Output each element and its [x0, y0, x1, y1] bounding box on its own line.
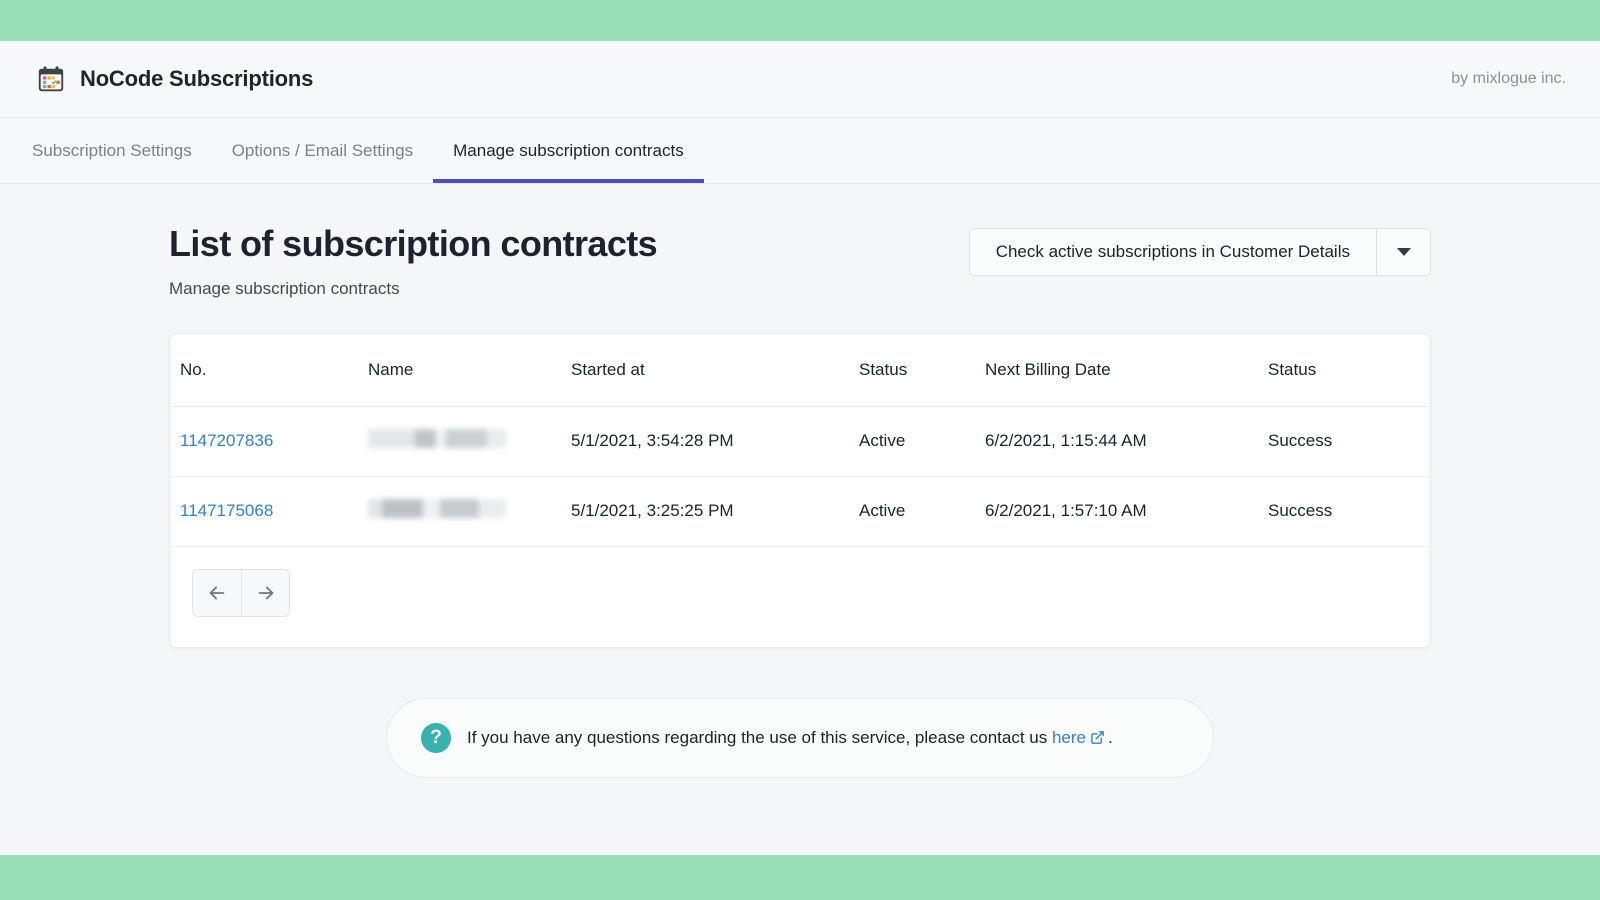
table-header-row: No. Name Started at Status Next Billing …	[170, 334, 1431, 406]
cell-result: Success	[1258, 406, 1431, 476]
contracts-table-card: No. Name Started at Status Next Billing …	[169, 333, 1431, 648]
heading-row: List of subscription contracts Manage su…	[169, 222, 1431, 299]
heading-text-group: List of subscription contracts Manage su…	[169, 222, 657, 299]
help-contact-link[interactable]: here	[1052, 728, 1086, 747]
external-link-icon	[1090, 730, 1105, 745]
column-header-next-billing: Next Billing Date	[975, 334, 1258, 406]
chevron-down-icon	[1397, 248, 1411, 256]
tab-manage-subscription-contracts[interactable]: Manage subscription contracts	[433, 118, 704, 183]
check-active-subscriptions-button[interactable]: Check active subscriptions in Customer D…	[970, 229, 1376, 275]
page-title: List of subscription contracts	[169, 222, 657, 265]
column-header-name: Name	[358, 334, 561, 406]
cell-next-billing: 6/2/2021, 1:57:10 AM	[975, 476, 1258, 546]
cell-next-billing: 6/2/2021, 1:15:44 AM	[975, 406, 1258, 476]
header-attribution: by mixlogue inc.	[1451, 70, 1576, 88]
contracts-table: No. Name Started at Status Next Billing …	[170, 334, 1431, 547]
arrow-right-icon	[255, 582, 277, 604]
arrow-left-icon	[206, 582, 228, 604]
check-active-subscriptions-split-button: Check active subscriptions in Customer D…	[969, 228, 1431, 276]
pagination	[192, 569, 290, 617]
page-root: NoCode Subscriptions by mixlogue inc. Su…	[0, 0, 1600, 900]
table-row: 1147207836 5/1/2021, 3:54:28 PM Active 6…	[170, 406, 1431, 476]
calendar-icon	[36, 64, 66, 94]
top-accent-bar	[0, 0, 1600, 41]
brand: NoCode Subscriptions	[36, 64, 313, 94]
main-content: List of subscription contracts Manage su…	[0, 184, 1600, 855]
app-header: NoCode Subscriptions by mixlogue inc.	[0, 41, 1600, 118]
column-header-no: No.	[170, 334, 358, 406]
help-text-before: If you have any questions regarding the …	[467, 728, 1047, 747]
pagination-container	[170, 547, 1430, 647]
pagination-prev-button[interactable]	[193, 570, 241, 616]
table-body: 1147207836 5/1/2021, 3:54:28 PM Active 6…	[170, 406, 1431, 546]
pagination-next-button[interactable]	[241, 570, 289, 616]
bottom-accent-bar	[0, 855, 1600, 900]
content-container: List of subscription contracts Manage su…	[169, 222, 1431, 778]
help-banner-text: If you have any questions regarding the …	[467, 728, 1113, 748]
page-subtitle: Manage subscription contracts	[169, 279, 657, 299]
app-shell: NoCode Subscriptions by mixlogue inc. Su…	[0, 41, 1600, 855]
cell-no: 1147207836	[170, 406, 358, 476]
app-title: NoCode Subscriptions	[80, 66, 313, 92]
cell-name	[358, 476, 561, 546]
column-header-started-at: Started at	[561, 334, 849, 406]
help-text-after: .	[1108, 728, 1113, 747]
redacted-name	[368, 429, 506, 448]
redacted-name	[368, 499, 506, 518]
help-banner: ? If you have any questions regarding th…	[386, 698, 1214, 778]
cell-name	[358, 406, 561, 476]
contract-id-link[interactable]: 1147175068	[180, 501, 273, 520]
table-head: No. Name Started at Status Next Billing …	[170, 334, 1431, 406]
cell-result: Success	[1258, 476, 1431, 546]
cell-started-at: 5/1/2021, 3:54:28 PM	[561, 406, 849, 476]
cell-status: Active	[849, 406, 975, 476]
column-header-result: Status	[1258, 334, 1431, 406]
cell-status: Active	[849, 476, 975, 546]
tab-subscription-settings[interactable]: Subscription Settings	[12, 118, 212, 183]
tab-bar: Subscription Settings Options / Email Se…	[0, 118, 1600, 184]
table-row: 1147175068 5/1/2021, 3:25:25 PM Active 6…	[170, 476, 1431, 546]
cell-started-at: 5/1/2021, 3:25:25 PM	[561, 476, 849, 546]
cell-no: 1147175068	[170, 476, 358, 546]
check-active-subscriptions-dropdown-toggle[interactable]	[1376, 229, 1430, 275]
tab-options-email-settings[interactable]: Options / Email Settings	[212, 118, 433, 183]
column-header-status: Status	[849, 334, 975, 406]
question-mark-icon: ?	[421, 723, 451, 753]
contract-id-link[interactable]: 1147207836	[180, 431, 273, 450]
